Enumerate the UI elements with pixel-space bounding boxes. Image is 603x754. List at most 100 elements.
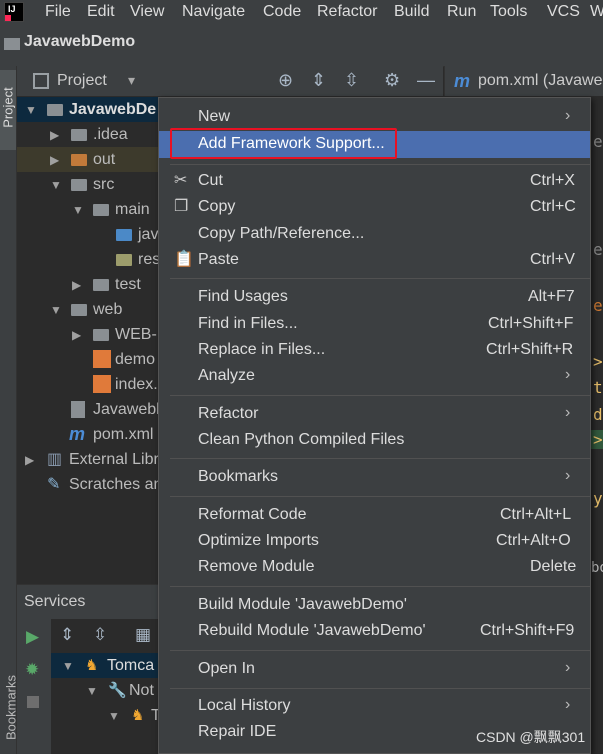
menu-item-label: Clean Python Compiled Files [198, 431, 405, 448]
chevron-down-icon[interactable]: ▼ [50, 178, 62, 192]
debug-bug-icon[interactable]: ✹ [25, 660, 39, 680]
chevron-right-icon: › [565, 107, 571, 124]
chevron-right-icon: › [565, 404, 571, 421]
clipboard-icon: 📋 [174, 251, 194, 268]
menu-file[interactable]: File [45, 0, 71, 24]
module-file-icon [71, 401, 85, 418]
tree-row-label: main [115, 201, 150, 218]
tree-row-label: out [93, 151, 116, 168]
locate-target-icon[interactable]: ⊕ [278, 70, 293, 91]
tree-row-label: test [115, 276, 141, 293]
folder-icon [93, 329, 109, 341]
jsp-file-icon [93, 375, 111, 393]
menu-edit[interactable]: Edit [87, 0, 115, 24]
menu-item-label: Copy Path/Reference... [198, 225, 365, 242]
menu-item-label: Refactor [198, 405, 259, 422]
copy-icon: ❐ [174, 198, 189, 215]
editor-fragment: e [593, 132, 603, 151]
expand-all-icon[interactable]: ⇕ [311, 70, 326, 91]
gear-icon[interactable]: ⚙ [384, 70, 400, 91]
tree-row-label: External Libr [69, 451, 159, 468]
chevron-right-icon: › [565, 467, 571, 484]
services-title: Services [24, 593, 86, 610]
chevron-down-icon[interactable]: ▼ [86, 684, 98, 698]
chevron-right-icon[interactable]: ▶ [72, 278, 81, 292]
folder-icon [71, 304, 87, 316]
menu-item-label: Copy [198, 198, 236, 215]
editor-fragment: e [593, 296, 603, 315]
jsp-file-icon [93, 350, 111, 368]
menu-code[interactable]: Code [263, 0, 301, 24]
menu-item-cut[interactable] [159, 168, 590, 194]
editor-fragment: > [591, 430, 603, 449]
menu-item-label: Analyze [198, 367, 255, 384]
project-view-selector[interactable]: Project [57, 72, 107, 90]
project-tool-tab-label: Project [0, 87, 16, 128]
maven-m-icon: m [69, 424, 86, 444]
library-icon: ▥ [47, 451, 63, 468]
menu-separator [170, 496, 590, 497]
tree-row-label: web [93, 301, 123, 318]
tree-row-label: .idea [93, 126, 128, 143]
group-icon[interactable]: ▦ [135, 625, 151, 645]
chevron-right-icon[interactable]: ▶ [50, 128, 59, 142]
menu-window[interactable]: W [590, 0, 603, 24]
scratches-icon: ✎ [47, 476, 61, 493]
run-icon[interactable]: ▶ [26, 627, 39, 647]
menu-vcs[interactable]: VCS [547, 0, 580, 24]
tree-row-label: Scratches an [69, 476, 163, 493]
project-folder-icon [4, 38, 20, 50]
menu-item-label: Find in Files... [198, 315, 298, 332]
chevron-right-icon: › [565, 366, 571, 383]
menu-item-shortcut: Delete [530, 558, 577, 575]
project-name[interactable]: JavawebDemo [24, 33, 135, 51]
menu-item-label: Bookmarks [198, 468, 279, 485]
menu-view[interactable]: View [130, 0, 164, 24]
menu-separator [170, 395, 590, 396]
chevron-down-icon[interactable]: ▼ [108, 709, 120, 723]
editor-fragment: > [593, 352, 603, 371]
chevron-down-icon[interactable]: ▼ [50, 303, 62, 317]
collapse-all-icon[interactable]: ⇳ [93, 625, 107, 645]
chevron-down-icon[interactable]: ▼ [62, 659, 74, 673]
chevron-down-icon[interactable]: ▼ [72, 203, 84, 217]
tree-row-label: demo [115, 351, 156, 368]
hide-panel-icon[interactable]: — [417, 70, 435, 91]
chevron-right-icon[interactable]: ▶ [25, 453, 34, 467]
editor-fragment: d [593, 405, 603, 424]
chevron-down-icon[interactable]: ▼ [25, 103, 37, 117]
services-row-label: Tomca [107, 657, 155, 674]
menu-separator [170, 278, 590, 279]
project-view-icon [33, 73, 49, 89]
collapse-all-icon[interactable]: ⇳ [344, 70, 359, 91]
menu-navigate[interactable]: Navigate [182, 0, 245, 24]
stop-icon[interactable] [27, 696, 39, 708]
menu-tools[interactable]: Tools [490, 0, 527, 24]
tomcat-icon: ♞ [131, 707, 145, 724]
folder-icon [71, 129, 87, 141]
excluded-folder-icon [71, 154, 87, 166]
menu-item-label: New [198, 108, 231, 125]
menu-item-shortcut: Ctrl+Shift+R [486, 341, 574, 358]
tree-row-label: res [138, 251, 161, 268]
chevron-down-icon[interactable]: ▾ [128, 72, 135, 89]
tree-row-label: jav [138, 226, 159, 243]
chevron-right-icon[interactable]: ▶ [50, 153, 59, 167]
menu-refactor[interactable]: Refactor [317, 0, 377, 24]
menu-item-label: Optimize Imports [198, 532, 319, 549]
menu-item-label: Paste [198, 251, 239, 268]
menu-build[interactable]: Build [394, 0, 430, 24]
chevron-right-icon[interactable]: ▶ [72, 328, 81, 342]
chevron-right-icon: › [565, 659, 571, 676]
menu-run[interactable]: Run [447, 0, 476, 24]
menu-separator [170, 458, 590, 459]
folder-icon [71, 179, 87, 191]
menu-separator [170, 650, 590, 651]
menu-item-label: Build Module 'JavawebDemo' [198, 596, 407, 613]
tree-row-label: WEB-I [115, 326, 162, 343]
menu-item-shortcut: Ctrl+C [530, 198, 576, 215]
expand-all-icon[interactable]: ⇕ [60, 625, 74, 645]
intellij-logo-icon [4, 2, 24, 22]
tree-row-label: index. [115, 376, 158, 393]
menu-item-label: Reformat Code [198, 506, 307, 523]
